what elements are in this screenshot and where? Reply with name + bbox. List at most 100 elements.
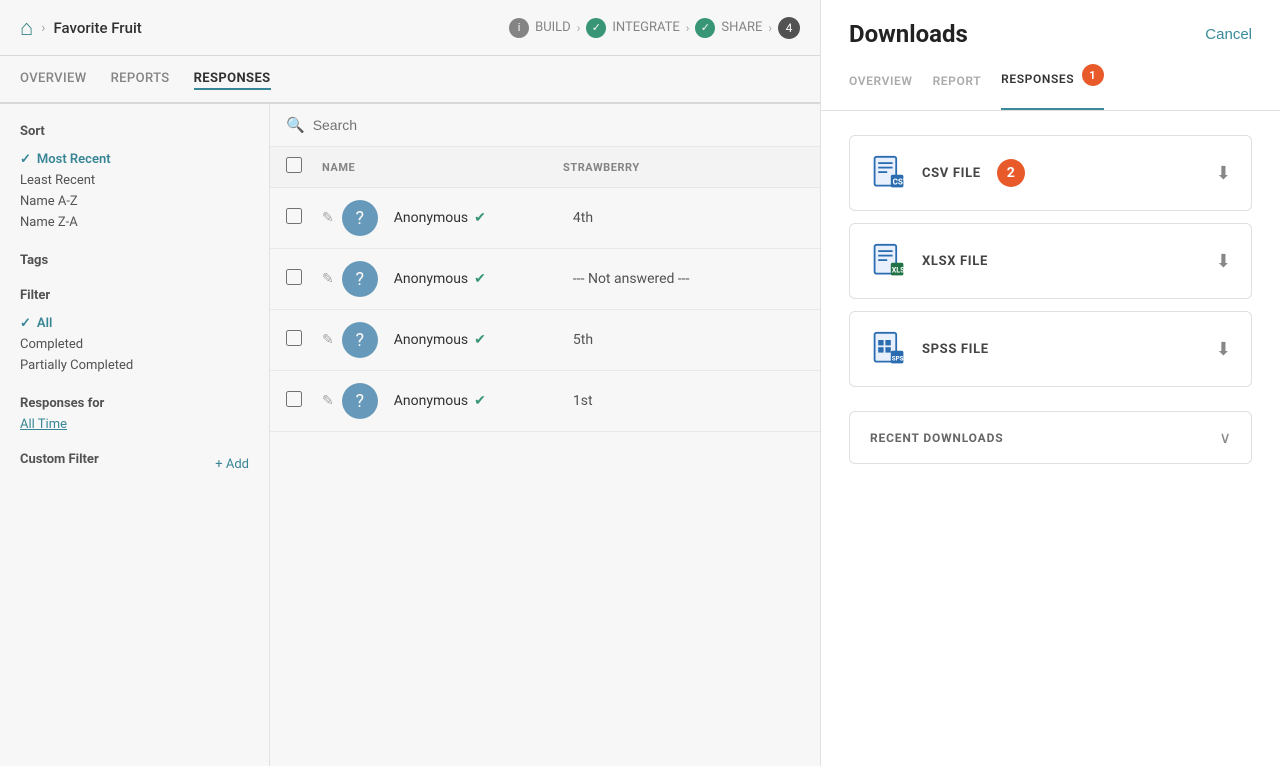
dl-tab-overview[interactable]: OVERVIEW	[849, 74, 913, 100]
recent-downloads-section: RECENT DOWNLOADS ∨	[849, 411, 1252, 464]
sort-least-recent[interactable]: Least Recent	[20, 170, 249, 191]
csv-badge-wrap: CSV FILE 2	[922, 159, 1025, 187]
verified-icon-2: ✔	[474, 271, 486, 287]
downloads-tabs: OVERVIEW REPORT RESPONSES 1	[821, 64, 1280, 111]
dl-tab-report[interactable]: REPORT	[933, 74, 982, 100]
arrow-3: ›	[768, 21, 772, 35]
spss-download-icon[interactable]: ⬇	[1216, 339, 1231, 360]
filter-completed[interactable]: Completed	[20, 334, 249, 355]
responses-for-section: Responses for All Time	[20, 396, 249, 432]
content-area: Sort ✓ Most Recent Least Recent Name A-Z…	[0, 104, 820, 766]
edit-icon-4[interactable]: ✎	[322, 393, 334, 409]
tags-section: Tags	[20, 253, 249, 268]
svg-text:CSV: CSV	[893, 177, 907, 187]
row-checkbox-2[interactable]	[286, 269, 302, 285]
spss-file-label: SPSS FILE	[922, 342, 989, 357]
sub-nav: OVERVIEW REPORTS RESPONSES	[0, 56, 820, 104]
search-icon: 🔍	[286, 116, 305, 134]
row-value-4: 1st	[573, 393, 804, 409]
svg-text:SPSS: SPSS	[892, 355, 907, 363]
sort-most-recent[interactable]: ✓ Most Recent	[20, 149, 249, 170]
spss-option-left: SPSS SPSS FILE	[870, 330, 989, 368]
share-label: SHARE	[721, 20, 762, 35]
tab-reports[interactable]: REPORTS	[111, 71, 170, 88]
step-integrate: ✓ INTEGRATE	[586, 18, 679, 38]
row-name-area-2: ? Anonymous ✔	[342, 261, 573, 297]
dl-tab-responses[interactable]: RESPONSES 1	[1001, 64, 1104, 110]
search-input[interactable]	[313, 117, 804, 133]
step-4-badge: 4	[778, 17, 800, 39]
avatar-3: ?	[342, 322, 378, 358]
custom-filter-section: Custom Filter + Add	[20, 452, 249, 477]
integrate-label: INTEGRATE	[612, 20, 679, 35]
table-row[interactable]: ✎ ? Anonymous ✔ 5th	[270, 310, 820, 371]
filter-all[interactable]: ✓ All	[20, 313, 249, 334]
xlsx-option-left: XLS XLSX FILE	[870, 242, 988, 280]
avatar-2: ?	[342, 261, 378, 297]
table-row[interactable]: ✎ ? Anonymous ✔ 1st	[270, 371, 820, 432]
check-icon: ✓	[20, 152, 31, 167]
csv-file-option[interactable]: CSV CSV FILE 2 ⬇	[849, 135, 1252, 211]
edit-icon-1[interactable]: ✎	[322, 210, 334, 226]
step-share: ✓ SHARE	[695, 18, 762, 38]
row-name-area-1: ? Anonymous ✔	[342, 200, 573, 236]
cancel-button[interactable]: Cancel	[1205, 26, 1252, 43]
sort-name-za[interactable]: Name Z-A	[20, 212, 249, 233]
verified-icon-1: ✔	[474, 210, 486, 226]
csv-download-icon[interactable]: ⬇	[1216, 163, 1231, 184]
csv-file-label: CSV FILE	[922, 166, 981, 181]
select-all-checkbox[interactable]	[286, 157, 302, 173]
integrate-check-icon: ✓	[586, 18, 606, 38]
xlsx-icon: XLS	[870, 242, 908, 280]
table-header: NAME STRAWBERRY	[270, 147, 820, 188]
row-checkbox-3[interactable]	[286, 330, 302, 346]
xlsx-download-icon[interactable]: ⬇	[1216, 251, 1231, 272]
edit-icon-2[interactable]: ✎	[322, 271, 334, 287]
row-name-2: Anonymous	[394, 271, 468, 287]
downloads-header: Downloads Cancel	[821, 0, 1280, 48]
verified-icon-4: ✔	[474, 393, 486, 409]
row-value-2: --- Not answered ---	[573, 271, 804, 287]
tab-responses[interactable]: RESPONSES	[194, 71, 271, 90]
filter-partially-completed[interactable]: Partially Completed	[20, 355, 249, 376]
recent-downloads-toggle[interactable]: RECENT DOWNLOADS ∨	[850, 412, 1251, 463]
row-name-3: Anonymous	[394, 332, 468, 348]
edit-icon-3[interactable]: ✎	[322, 332, 334, 348]
sort-title: Sort	[20, 124, 249, 139]
col-header-name: NAME	[322, 161, 563, 174]
responses-for-link[interactable]: All Time	[20, 417, 249, 432]
share-check-icon: ✓	[695, 18, 715, 38]
top-nav: ⌂ › Favorite Fruit i BUILD › ✓ INTEGRATE…	[0, 0, 820, 56]
file-options: CSV CSV FILE 2 ⬇	[821, 111, 1280, 411]
row-checkbox-4[interactable]	[286, 391, 302, 407]
xlsx-file-label: XLSX FILE	[922, 254, 988, 269]
csv-icon: CSV	[870, 154, 908, 192]
tab-overview[interactable]: OVERVIEW	[20, 71, 87, 88]
spss-file-option[interactable]: SPSS SPSS FILE ⬇	[849, 311, 1252, 387]
add-custom-filter-button[interactable]: + Add	[215, 457, 249, 472]
downloads-title: Downloads	[849, 20, 968, 48]
row-value-1: 4th	[573, 210, 804, 226]
table-row[interactable]: ✎ ? Anonymous ✔ --- Not answered ---	[270, 249, 820, 310]
responses-tab-badge: 1	[1082, 64, 1104, 86]
build-label: BUILD	[535, 20, 571, 35]
row-checkbox-1[interactable]	[286, 208, 302, 224]
verified-icon-3: ✔	[474, 332, 486, 348]
recent-downloads-label: RECENT DOWNLOADS	[870, 431, 1003, 445]
breadcrumb-separator: ›	[41, 20, 45, 36]
search-bar: 🔍	[270, 104, 820, 147]
row-name-area-3: ? Anonymous ✔	[342, 322, 573, 358]
sort-name-az[interactable]: Name A-Z	[20, 191, 249, 212]
filter-section: Filter ✓ All Completed Partially Complet…	[20, 288, 249, 376]
row-name-1: Anonymous	[394, 210, 468, 226]
arrow-2: ›	[686, 21, 690, 35]
avatar-4: ?	[342, 383, 378, 419]
home-icon[interactable]: ⌂	[20, 15, 33, 41]
responses-list: 🔍 NAME STRAWBERRY ✎ ? Anonymous ✔ 4th	[270, 104, 820, 766]
xlsx-file-option[interactable]: XLS XLSX FILE ⬇	[849, 223, 1252, 299]
csv-option-left: CSV CSV FILE 2	[870, 154, 1025, 192]
table-row[interactable]: ✎ ? Anonymous ✔ 4th	[270, 188, 820, 249]
sidebar: Sort ✓ Most Recent Least Recent Name A-Z…	[0, 104, 270, 766]
step-build: i BUILD	[509, 18, 571, 38]
spss-icon: SPSS	[870, 330, 908, 368]
